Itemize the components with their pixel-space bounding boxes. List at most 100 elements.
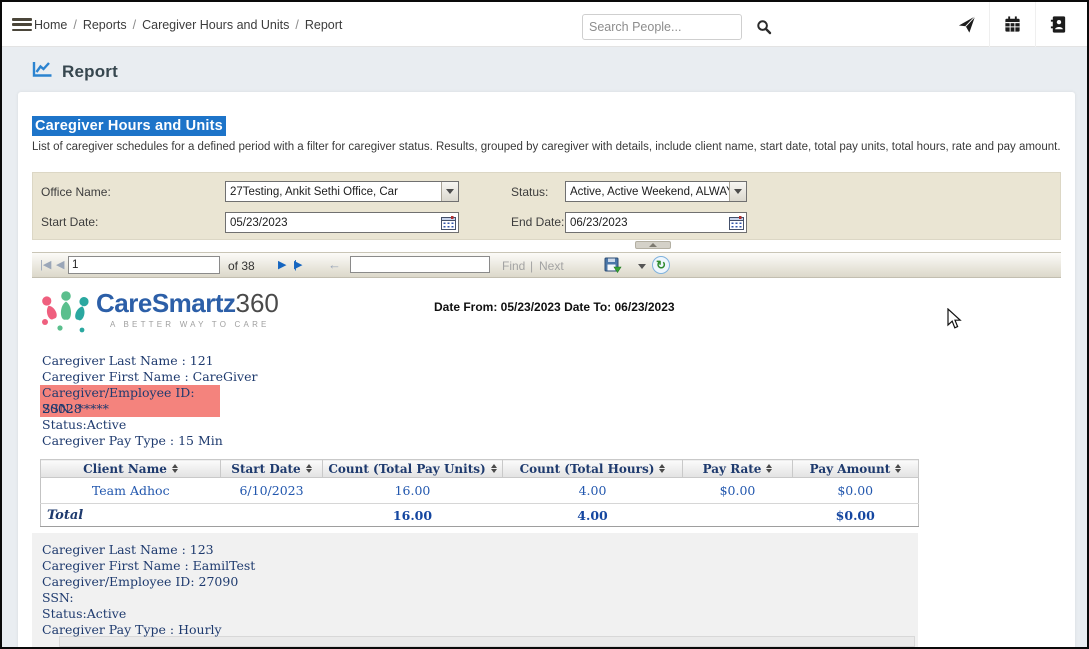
table-total-row: Total 16.00 4.00 $0.00 [41,504,919,527]
logo-tagline: A BETTER WAY TO CARE [110,320,279,329]
find-text-input[interactable] [350,256,490,273]
topbar-action-icons [944,2,1081,47]
status-select[interactable]: Active, Active Weekend, ALWAYS [565,181,747,202]
filter-panel: Office Name: 27Testing, Ankit Sethi Offi… [32,172,1061,240]
cell-pay-units: 16.00 [323,478,503,504]
cell-pay-amount: $0.00 [793,478,919,504]
breadcrumb-home[interactable]: Home [34,18,83,32]
col-client-name[interactable]: Client Name [41,460,221,478]
page-number-input[interactable] [68,256,220,274]
status-label: Status: [511,185,548,199]
sort-icon[interactable] [895,464,901,473]
search-input[interactable] [583,20,756,34]
caregiver-first-name: Caregiver First Name : EamilTest [42,558,255,574]
caregiver-status: Status:Active [42,417,257,433]
sort-icon[interactable] [491,464,497,473]
caregiver-first-name: Caregiver First Name : CareGiver [42,369,257,385]
office-name-select[interactable]: 27Testing, Ankit Sethi Office, Car [225,181,459,202]
send-icon[interactable] [944,2,989,47]
refresh-icon[interactable]: ↻ [652,256,670,274]
total-pay-amount: $0.00 [793,504,919,527]
calendar-picker-icon[interactable] [439,213,458,232]
last-page-button[interactable]: ▶| [294,253,297,277]
col-label: Count (Total Hours) [520,462,655,476]
logo-suffix: 360 [236,288,279,318]
caregiver-details-block-2: Caregiver Last Name : 123 Caregiver Firs… [42,542,255,638]
caregiver-last-name: Caregiver Last Name : 121 [42,353,257,369]
office-name-label: Office Name: [41,185,111,199]
caresmartz-logo: CareSmartz360 A BETTER WAY TO CARE [38,288,288,344]
end-date-input[interactable]: 06/23/2023 [565,212,747,233]
logo-wordmark: CareSmartz360 A BETTER WAY TO CARE [96,288,279,329]
next-page-button[interactable]: ▶ [278,253,286,277]
start-date-value: 05/23/2023 [226,217,439,229]
calendar-picker-icon[interactable] [727,213,746,232]
cell-start-date: 6/10/2023 [221,478,323,504]
caregiver-last-name: Caregiver Last Name : 123 [42,542,255,558]
total-label: Total [41,504,221,527]
col-start-date[interactable]: Start Date [221,460,323,478]
find-next-button[interactable]: Next [539,253,564,279]
calendar-icon[interactable] [990,2,1035,47]
table-row: Team Adhoc 6/10/2023 16.00 4.00 $0.00 $0… [41,478,919,504]
breadcrumb-reports[interactable]: Reports [83,18,142,32]
logo-people-icon [38,288,92,347]
page-heading: Report [32,60,118,83]
app-window: Home Reports Caregiver Hours and Units R… [0,0,1089,649]
caregiver-details-block-1: Caregiver Last Name : 121 Caregiver Firs… [42,353,257,449]
search-people-box [582,14,742,40]
cell-pay-rate: $0.00 [683,478,793,504]
collapse-parameters-handle[interactable] [635,241,671,249]
first-page-button[interactable]: |◀ [40,253,43,277]
caregiver-pay-type: Caregiver Pay Type : 15 Min [42,433,257,449]
report-card: Caregiver Hours and Units List of caregi… [18,92,1075,647]
start-date-input[interactable]: 05/23/2023 [225,212,459,233]
report-title-highlighted[interactable]: Caregiver Hours and Units [32,116,226,136]
sort-icon[interactable] [306,464,312,473]
search-icon[interactable] [756,19,772,35]
breadcrumb-report[interactable]: Report [305,18,343,32]
col-total-hours[interactable]: Count (Total Hours) [503,460,683,478]
breadcrumb-caregiver-hours[interactable]: Caregiver Hours and Units [142,18,305,32]
previous-page-button[interactable]: ◀ [56,253,64,277]
report-description: List of caregiver schedules for a define… [32,141,1062,153]
end-date-value: 06/23/2023 [566,217,727,229]
end-date-label: End Date: [511,215,564,229]
schedule-table: Client Name Start Date Count (Total Pay … [40,459,919,527]
office-name-value: 27Testing, Ankit Sethi Office, Car [226,186,441,198]
logo-name: CareSmartz [96,288,236,318]
col-label: Pay Rate [703,462,762,476]
sort-icon[interactable] [172,464,178,473]
col-label: Pay Amount [810,462,891,476]
sort-icon[interactable] [766,464,772,473]
report-date-range: Date From: 05/23/2023 Date To: 06/23/202… [434,300,675,314]
start-date-label: Start Date: [41,215,98,229]
dropdown-arrow-icon[interactable] [441,182,458,201]
export-dropdown-caret[interactable] [638,264,646,269]
caregiver-employee-id: Caregiver/Employee ID: 27090 [42,574,255,590]
caregiver-status: Status:Active [42,606,255,622]
col-pay-rate[interactable]: Pay Rate [683,460,793,478]
caregiver-ssn: SSN: [42,590,255,606]
col-pay-units[interactable]: Count (Total Pay Units) [323,460,503,478]
col-label: Start Date [231,462,300,476]
menu-icon[interactable] [12,18,32,31]
total-pay-units: 16.00 [323,504,503,527]
contacts-icon[interactable] [1036,2,1081,47]
col-pay-amount[interactable]: Pay Amount [793,460,919,478]
dropdown-arrow-icon[interactable] [729,182,746,201]
col-label: Client Name [83,462,167,476]
find-button[interactable]: Find [502,253,525,279]
total-empty [683,504,793,527]
line-chart-icon [32,60,53,83]
report-viewer-toolbar: |◀ ◀ of 38 ▶ ▶| ← Find | Next ↻ [32,252,1061,278]
cell-total-hours: 4.00 [503,478,683,504]
top-navigation-bar: Home Reports Caregiver Hours and Units R… [2,2,1087,47]
sort-icon[interactable] [659,464,665,473]
col-label: Count (Total Pay Units) [328,462,485,476]
back-to-parent-button[interactable]: ← [328,253,341,277]
table-header-row: Client Name Start Date Count (Total Pay … [41,460,919,478]
cell-client-name[interactable]: Team Adhoc [41,478,221,504]
total-empty [221,504,323,527]
breadcrumb: Home Reports Caregiver Hours and Units R… [34,2,342,47]
